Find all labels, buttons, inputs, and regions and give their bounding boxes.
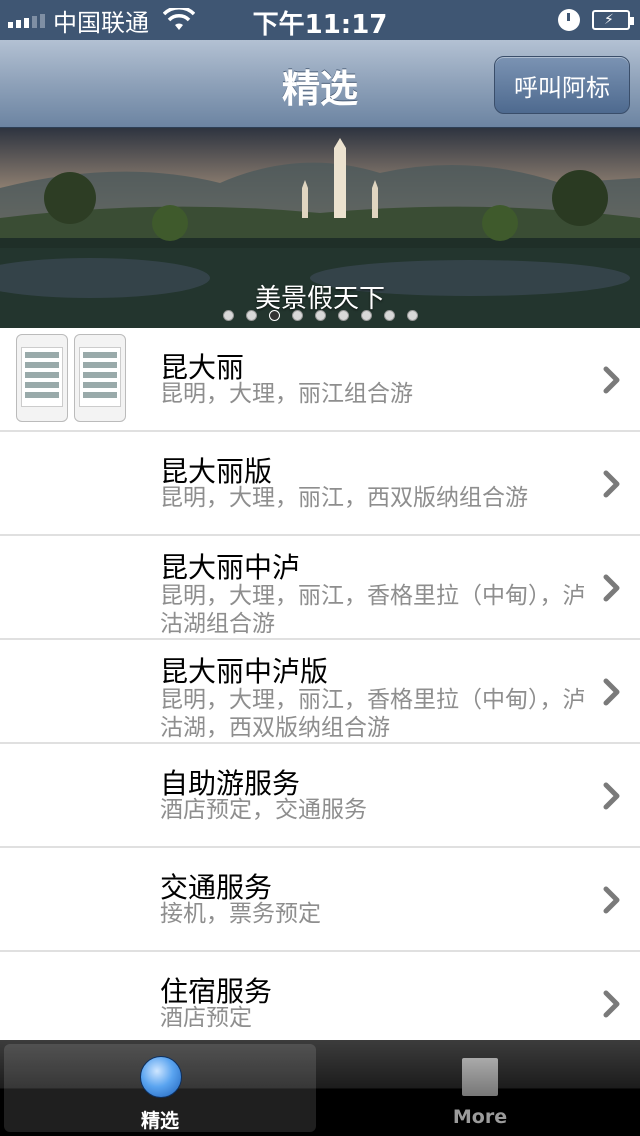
globe-icon bbox=[140, 1056, 182, 1098]
navigation-bar: 精选 呼叫阿标 bbox=[0, 40, 640, 128]
list-item[interactable]: 交通服务 接机，票务预定 bbox=[0, 848, 640, 952]
page-dot[interactable] bbox=[406, 310, 418, 321]
status-bar: 中国联通 下午11:17 ⚡ bbox=[0, 0, 640, 40]
page-indicator[interactable] bbox=[0, 310, 640, 321]
chevron-right-icon bbox=[603, 574, 620, 602]
list-item-subtitle: 接机，票务预定 bbox=[160, 901, 321, 927]
tab-label: More bbox=[452, 1106, 508, 1128]
tab-label: 精选 bbox=[140, 1110, 179, 1132]
status-time: 下午11:17 bbox=[252, 10, 388, 40]
chevron-right-icon bbox=[603, 990, 620, 1018]
tab-featured[interactable]: 精选 bbox=[4, 1044, 316, 1132]
chevron-right-icon bbox=[603, 470, 620, 498]
page-dot[interactable] bbox=[383, 310, 395, 321]
list-item-subtitle: 酒店预定 bbox=[160, 1005, 252, 1031]
list-item-subtitle: 昆明，大理，丽江，西双版纳组合游 bbox=[160, 485, 528, 511]
list-item-subtitle: 昆明，大理，丽江，香格里拉（中甸），泸沽湖，西双版纳组合游 bbox=[160, 687, 586, 741]
page-dot[interactable] bbox=[337, 310, 349, 321]
list-item-subtitle: 昆明，大理，丽江，香格里拉（中甸），泸沽湖组合游 bbox=[160, 583, 586, 637]
call-guide-button[interactable]: 呼叫阿标 bbox=[494, 56, 630, 114]
list-item-title: 昆大丽中泸版 bbox=[160, 655, 329, 688]
page-dot[interactable] bbox=[245, 310, 257, 321]
list-item-title: 昆大丽中泸 bbox=[160, 551, 301, 584]
page-dot[interactable] bbox=[360, 310, 372, 321]
list-item[interactable]: 昆大丽版 昆明，大理，丽江，西双版纳组合游 bbox=[0, 432, 640, 536]
page-dot[interactable] bbox=[291, 310, 303, 321]
battery-charging-icon: ⚡ bbox=[592, 10, 634, 30]
status-right: ⚡ bbox=[558, 6, 634, 34]
chevron-right-icon bbox=[603, 782, 620, 810]
featured-banner[interactable]: 美景假天下 bbox=[0, 128, 640, 328]
list-item-subtitle: 昆明，大理，丽江组合游 bbox=[160, 381, 413, 407]
page-dot[interactable] bbox=[268, 310, 280, 321]
square-icon bbox=[462, 1058, 498, 1096]
page-dot[interactable] bbox=[222, 310, 234, 321]
list-item[interactable]: 昆大丽 昆明，大理，丽江组合游 bbox=[0, 328, 640, 432]
chevron-right-icon bbox=[603, 366, 620, 394]
list-item-subtitle: 酒店预定，交通服务 bbox=[160, 797, 367, 823]
tab-more[interactable]: More bbox=[324, 1044, 636, 1132]
list-item[interactable]: 昆大丽中泸 昆明，大理，丽江，香格里拉（中甸），泸沽湖组合游 bbox=[0, 536, 640, 640]
route-list: 昆大丽 昆明，大理，丽江组合游 昆大丽版 昆明，大理，丽江，西双版纳组合游 昆大丽中泸昆… bbox=[0, 328, 640, 1056]
alarm-clock-icon bbox=[558, 9, 580, 31]
app-screenshot-thumbnail bbox=[16, 334, 128, 422]
chevron-right-icon bbox=[603, 678, 620, 706]
page-dot[interactable] bbox=[314, 310, 326, 321]
chevron-right-icon bbox=[603, 886, 620, 914]
list-item[interactable]: 自助游服务 酒店预定，交通服务 bbox=[0, 744, 640, 848]
tab-bar: 精选 More bbox=[0, 1040, 640, 1136]
list-item[interactable]: 昆大丽中泸版 昆明，大理，丽江，香格里拉（中甸），泸沽湖，西双版纳组合游 bbox=[0, 640, 640, 744]
